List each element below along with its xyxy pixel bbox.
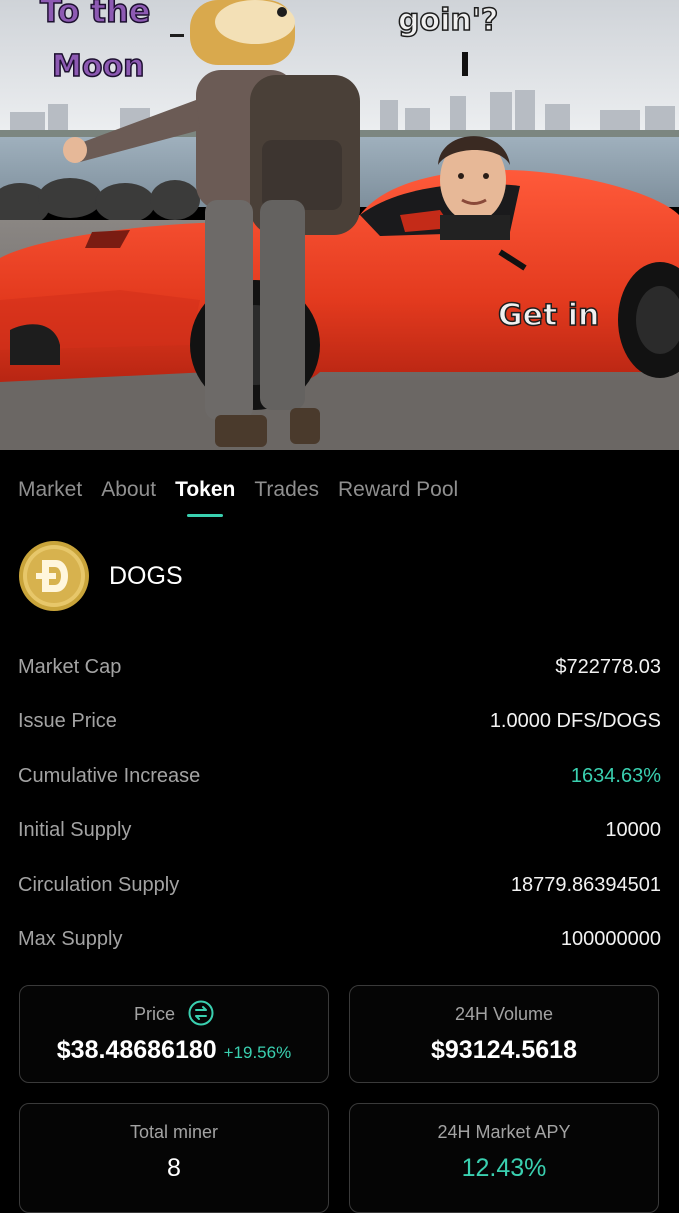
tab-market[interactable]: Market — [18, 478, 82, 502]
stat-row-market-cap: Market Cap $722778.03 — [18, 640, 661, 695]
price-label: Price — [133, 1004, 175, 1024]
stat-label: Circulation Supply — [18, 873, 180, 896]
stat-label: Cumulative Increase — [18, 764, 201, 787]
doge-coin-icon — [19, 541, 89, 611]
token-header: DOGS — [18, 540, 183, 612]
stat-value: $722778.03 — [555, 655, 661, 678]
stat-label: Market Cap — [18, 655, 122, 678]
tab-about[interactable]: About — [101, 478, 156, 502]
miner-label: Total miner — [129, 1122, 219, 1142]
volume-value: $93124.5618 — [431, 1036, 577, 1064]
token-stats: Market Cap $722778.03 Issue Price 1.0000… — [18, 640, 661, 967]
stat-value: 10000 — [605, 819, 661, 842]
apy-label: 24H Market APY — [437, 1122, 571, 1142]
volume-label: 24H Volume — [454, 1004, 554, 1024]
stat-row-initial-supply: Initial Supply 10000 — [18, 804, 661, 859]
stat-label: Issue Price — [18, 710, 117, 733]
miner-value: 8 — [167, 1154, 181, 1182]
price-card: Price $38.48686180 +19.56% — [19, 985, 329, 1083]
apy-card: 24H Market APY 12.43% — [349, 1103, 659, 1213]
swap-icon[interactable] — [188, 1000, 214, 1026]
meme-text-moon: Moon — [52, 49, 144, 84]
stat-value: 1.0000 DFS/DOGS — [489, 710, 661, 733]
token-name: DOGS — [109, 561, 183, 590]
stat-value: 1634.63% — [570, 764, 661, 787]
price-change: +19.56% — [223, 1043, 292, 1062]
meme-text-to-the: To the — [40, 0, 150, 30]
stat-label: Initial Supply — [18, 819, 132, 842]
price-value: $38.48686180 — [56, 1036, 217, 1064]
tab-reward-pool[interactable]: Reward Pool — [338, 478, 458, 502]
banner-image: To the Moon goin'? Get in — [0, 0, 679, 450]
tab-trades[interactable]: Trades — [254, 478, 319, 502]
stat-label: Max Supply — [18, 928, 123, 951]
apy-value: 12.43% — [461, 1154, 547, 1182]
miner-card: Total miner 8 — [19, 1103, 329, 1213]
stat-row-cumulative-increase: Cumulative Increase 1634.63% — [18, 749, 661, 804]
price-card-header: Price — [20, 1000, 328, 1026]
volume-card: 24H Volume $93124.5618 — [349, 985, 659, 1083]
tab-token[interactable]: Token — [175, 478, 235, 502]
stat-row-issue-price: Issue Price 1.0000 DFS/DOGS — [18, 695, 661, 750]
meme-text-goin: goin'? — [398, 3, 498, 38]
stat-value: 18779.86394501 — [510, 873, 661, 896]
stat-value: 100000000 — [560, 928, 661, 951]
tab-bar: Market About Token Trades Reward Pool — [18, 478, 458, 502]
stat-row-max-supply: Max Supply 100000000 — [18, 913, 661, 968]
meme-text-get-in: Get in — [498, 298, 599, 333]
stat-row-circulation-supply: Circulation Supply 18779.86394501 — [18, 858, 661, 913]
price-value-line: $38.48686180 +19.56% — [20, 1036, 328, 1065]
